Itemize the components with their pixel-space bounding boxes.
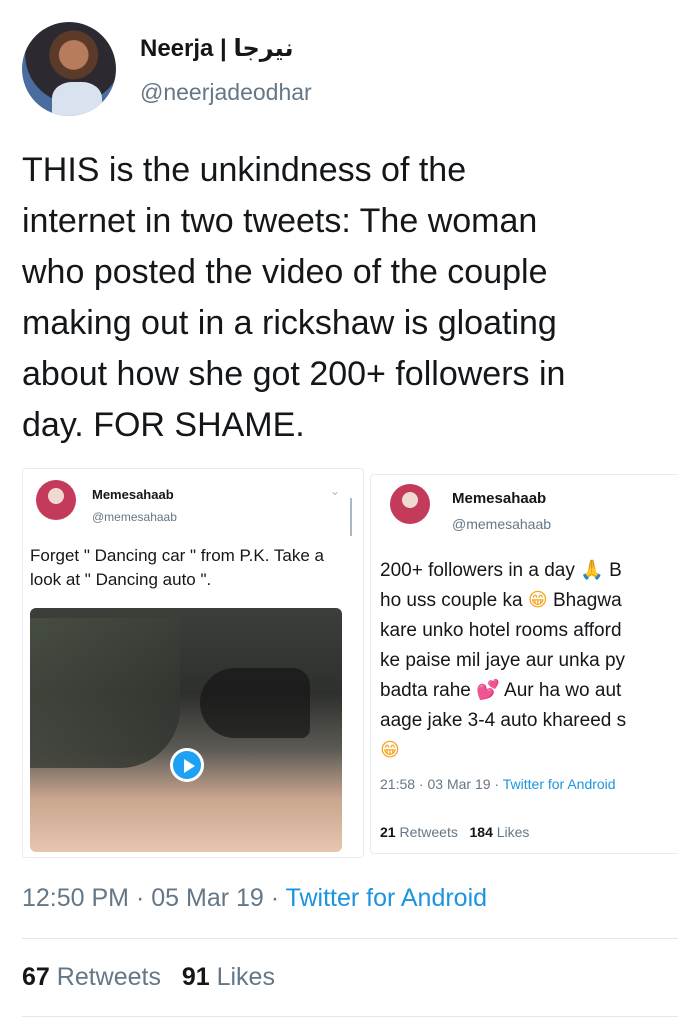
retweets-count-link[interactable]: 67 Retweets: [22, 963, 161, 991]
tweet-date: 05 Mar 19: [151, 884, 264, 912]
tweet-stats: 67 Retweets 91 Likes: [22, 963, 275, 992]
embedded-right-text: 200+ followers in a day 🙏 B ho uss coupl…: [380, 560, 627, 761]
user-handle[interactable]: @neerjadeodhar: [140, 79, 312, 106]
tweet-text: THIS is the unkindness of the internet i…: [22, 151, 566, 444]
divider: [22, 938, 678, 939]
divider: [22, 1016, 678, 1017]
embedded-left-handle: @memesahaab: [92, 510, 177, 524]
display-name[interactable]: Neerja | نیرجا: [140, 34, 293, 63]
folded-hands-emoji-icon: 🙏: [580, 560, 604, 581]
video-thumbnail[interactable]: [30, 608, 342, 852]
embedded-left-text: Forget " Dancing car " from P.K. Take a …: [30, 546, 324, 589]
embedded-right-avatar: [390, 484, 430, 524]
play-icon[interactable]: [170, 748, 204, 782]
embedded-left-name: Memesahaab: [92, 487, 174, 502]
embedded-left-divider: [350, 498, 352, 536]
tweet-time: 12:50 PM: [22, 884, 130, 912]
embedded-left-avatar: [36, 480, 76, 520]
grinning-emoji-icon: 😁: [380, 740, 400, 761]
two-hearts-emoji-icon: 💕: [476, 680, 500, 701]
likes-count-link[interactable]: 91 Likes: [182, 963, 275, 991]
embedded-right-meta: 21:58 · 03 Mar 19 · Twitter for Android: [380, 776, 616, 792]
avatar[interactable]: [22, 22, 116, 116]
embedded-right-stats: 21 Retweets 184 Likes: [380, 824, 530, 840]
tweet-meta: 12:50 PM · 05 Mar 19 · Twitter for Andro…: [22, 884, 488, 912]
chevron-down-icon: ⌄: [330, 484, 341, 498]
tweet-source-link[interactable]: Twitter for Android: [286, 884, 487, 912]
embedded-right-handle: @memesahaab: [452, 516, 552, 532]
embedded-right-name: Memesahaab: [452, 490, 547, 507]
grinning-emoji-icon: 😁: [527, 590, 548, 611]
